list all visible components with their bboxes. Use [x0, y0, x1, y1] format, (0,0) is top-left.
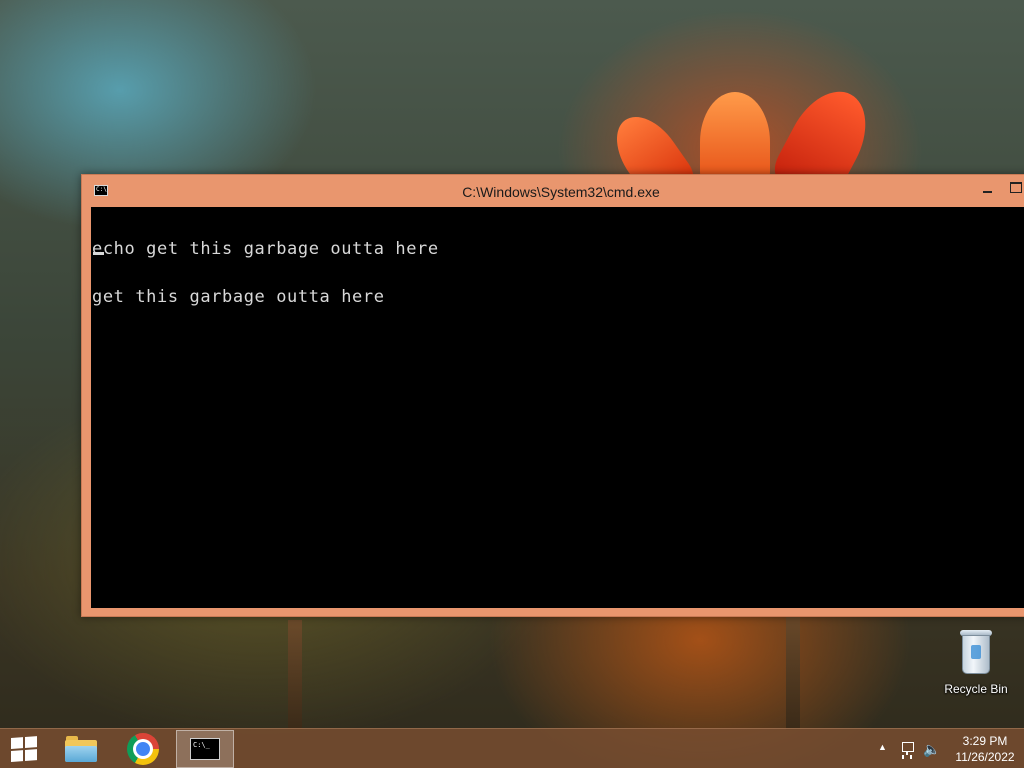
clock[interactable]: 3:29 PM 11/26/2022 [952, 733, 1018, 765]
console-output[interactable]: echo get this garbage outta here get thi… [91, 207, 1024, 608]
cmd-window[interactable]: C:\ C:\Windows\System32\cmd.exe echo get… [81, 174, 1024, 617]
console-line: get this garbage outta here [92, 287, 385, 307]
taskbar-chrome[interactable] [114, 730, 172, 768]
wallpaper-stem [786, 610, 800, 730]
window-title: C:\Windows\System32\cmd.exe [462, 184, 660, 200]
cmd-icon: C:\_ [190, 738, 220, 760]
wallpaper-stem [288, 620, 302, 730]
maximize-button[interactable] [1005, 179, 1024, 199]
clock-date: 11/26/2022 [955, 750, 1015, 764]
chrome-icon [127, 733, 159, 765]
recycle-bin-shortcut[interactable]: Recycle Bin [938, 630, 1014, 702]
taskbar: C:\_ ▲ 🔈 3:29 PM 11/26/2022 [0, 728, 1024, 768]
recycle-bin-icon [959, 630, 993, 674]
folder-icon [65, 736, 97, 762]
show-hidden-icons-chevron-icon[interactable]: ▲ [878, 742, 890, 756]
system-tray: ▲ 🔈 3:29 PM 11/26/2022 [864, 729, 1024, 768]
text-cursor [93, 252, 104, 255]
window-titlebar[interactable]: C:\ C:\Windows\System32\cmd.exe [82, 175, 1024, 207]
network-icon[interactable] [901, 742, 915, 756]
minimize-button[interactable] [977, 179, 999, 199]
clock-time: 3:29 PM [962, 734, 1008, 748]
windows-logo-icon [11, 736, 38, 762]
volume-icon[interactable]: 🔈 [923, 741, 940, 757]
console-line: echo get this garbage outta here [92, 239, 439, 259]
taskbar-cmd[interactable]: C:\_ [176, 730, 234, 768]
recycle-bin-label: Recycle Bin [944, 682, 1008, 696]
start-button[interactable] [0, 729, 48, 768]
taskbar-file-explorer[interactable] [52, 730, 110, 768]
